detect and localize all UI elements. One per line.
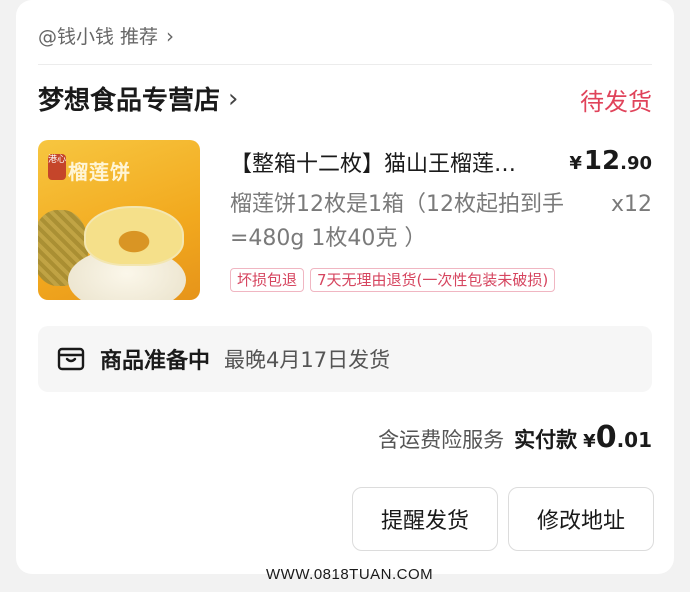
price-currency: ¥ (569, 153, 582, 174)
shop-name: 梦想食品专营店 (38, 86, 221, 116)
recommender-link[interactable]: @钱小钱 推荐 › (38, 22, 174, 49)
remind-shipping-button[interactable]: 提醒发货 (352, 487, 498, 551)
brand-seal: 港心 (48, 154, 66, 180)
service-tag: 7天无理由退货(一次性包装未破损) (310, 268, 556, 292)
product-spec: 榴莲饼12枚是1箱（12枚起拍到手=480g 1枚40克 ） (230, 192, 564, 251)
shop-link[interactable]: 梦想食品专营店 › (38, 80, 238, 117)
service-tag: 坏损包退 (230, 268, 305, 292)
shipping-status-box[interactable]: 商品准备中 最晚4月17日发货 (38, 326, 652, 392)
price-integer: 12 (583, 146, 621, 176)
change-address-button[interactable]: 修改地址 (508, 487, 654, 551)
order-status: 待发货 (580, 88, 652, 116)
price-decimal: .90 (620, 153, 652, 174)
payment-summary: 含运费险服务 实付款 ¥ 0 .01 (378, 420, 652, 455)
parcel-icon (57, 347, 85, 371)
pastry-filling-illustration (84, 206, 184, 266)
watermark: WWW.0818TUAN.COM (266, 566, 434, 583)
product-image-title: 榴莲饼 (68, 160, 131, 184)
recommender-text: @钱小钱 推荐 (38, 26, 159, 48)
paid-decimal: .01 (616, 428, 652, 452)
order-card: @钱小钱 推荐 › 梦想食品专营店 › 待发货 港心 榴莲饼 【整箱十二枚】猫山… (16, 0, 674, 574)
divider (38, 64, 652, 65)
product-image[interactable]: 港心 榴莲饼 (38, 140, 200, 300)
paid-label: 实付款 (514, 428, 578, 452)
insurance-service: 含运费险服务 (378, 428, 505, 452)
paid-integer: 0 (595, 420, 617, 455)
chevron-right-icon: › (228, 83, 239, 114)
product-quantity: x12 (610, 192, 652, 217)
service-tags: 坏损包退 7天无理由退货(一次性包装未破损) (230, 268, 556, 292)
shipping-eta: 最晚4月17日发货 (224, 348, 391, 372)
chevron-right-icon: › (166, 23, 175, 48)
shipping-status-title: 商品准备中 (100, 349, 211, 374)
product-price: ¥ 12 .90 (569, 146, 652, 176)
paid-currency: ¥ (583, 431, 596, 452)
product-title[interactable]: 【整箱十二枚】猫山王榴莲… (230, 146, 570, 178)
